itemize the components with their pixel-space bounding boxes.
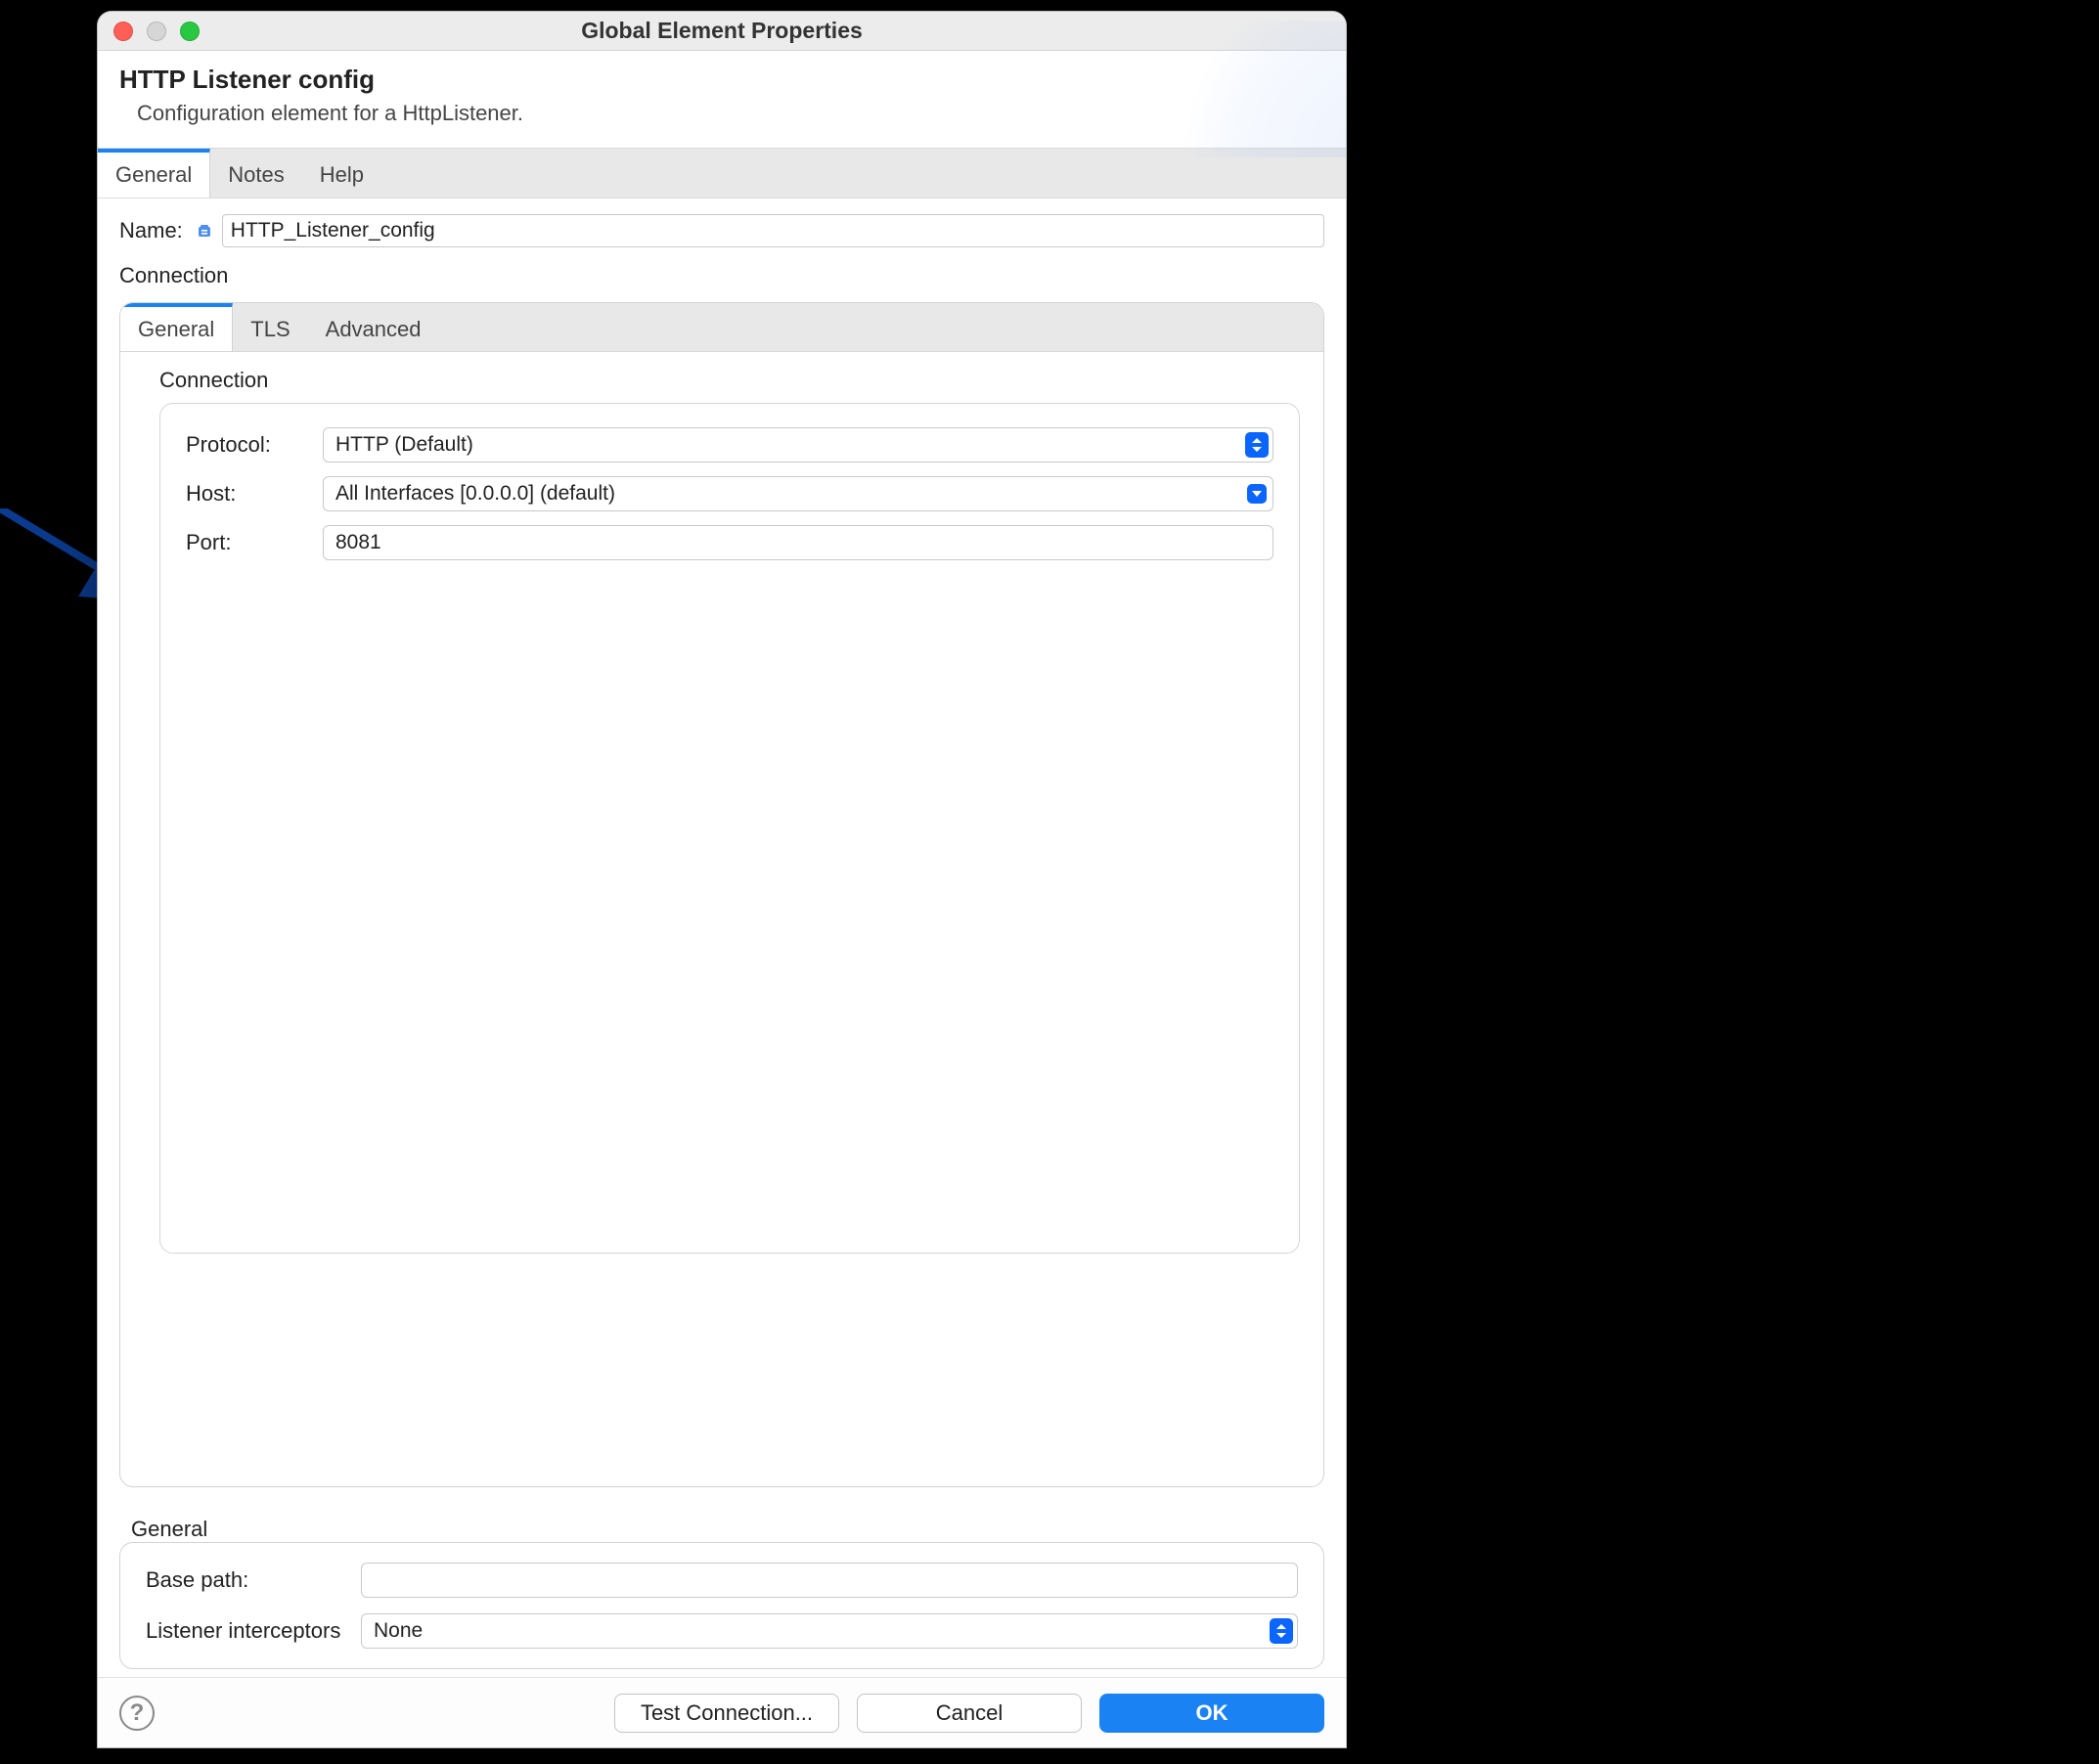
protocol-field: Protocol: HTTP (Default) — [186, 427, 1273, 463]
page-header: HTTP Listener config Configuration eleme… — [98, 51, 1346, 148]
dialog-window: Global Element Properties HTTP Listener … — [98, 12, 1346, 1747]
host-field: Host: All Interfaces [0.0.0.0] (default) — [186, 476, 1273, 511]
port-input[interactable] — [323, 525, 1273, 560]
port-field: Port: — [186, 525, 1273, 560]
outer-tabs: General Notes Help — [98, 148, 1346, 198]
minimize-icon — [147, 22, 166, 41]
window-controls — [113, 22, 200, 41]
lower-general-group: General Base path: Listener interceptors… — [119, 1511, 1324, 1669]
titlebar: Global Element Properties — [98, 12, 1346, 51]
interceptors-label: Listener interceptors — [146, 1618, 351, 1644]
base-path-input[interactable] — [361, 1563, 1298, 1598]
tab-general[interactable]: General — [98, 149, 210, 198]
lower-general-panel: Base path: Listener interceptors None — [119, 1542, 1324, 1669]
conn-tab-tls[interactable]: TLS — [233, 303, 307, 351]
interceptors-select[interactable]: None — [361, 1613, 1298, 1649]
conn-tab-advanced[interactable]: Advanced — [308, 303, 439, 351]
connection-group-title: Connection — [159, 368, 1300, 393]
protocol-select[interactable]: HTTP (Default) — [323, 427, 1273, 463]
cancel-button[interactable]: Cancel — [857, 1694, 1082, 1733]
stepper-icon[interactable] — [1245, 432, 1269, 458]
interceptors-value: None — [374, 1619, 423, 1643]
protocol-label: Protocol: — [186, 432, 313, 458]
ok-button[interactable]: OK — [1099, 1694, 1324, 1733]
name-row: Name: — [119, 214, 1324, 247]
stepper-icon[interactable] — [1270, 1618, 1293, 1644]
interceptors-row: Listener interceptors None — [146, 1613, 1298, 1649]
close-icon[interactable] — [113, 22, 133, 41]
zoom-icon[interactable] — [180, 22, 200, 41]
tab-notes[interactable]: Notes — [210, 149, 301, 198]
section-connection-label: Connection — [119, 263, 1324, 288]
chevron-down-icon[interactable] — [1247, 484, 1267, 504]
lower-general-title: General — [131, 1517, 1324, 1542]
help-icon[interactable]: ? — [119, 1696, 155, 1731]
conn-tab-general[interactable]: General — [120, 303, 233, 351]
name-label: Name: — [119, 218, 183, 243]
tab-help[interactable]: Help — [302, 149, 381, 198]
window-title: Global Element Properties — [581, 18, 863, 44]
host-value: All Interfaces [0.0.0.0] (default) — [335, 482, 615, 506]
host-label: Host: — [186, 481, 313, 507]
connection-panel: General TLS Advanced Connection Protocol… — [119, 302, 1324, 1487]
page-title: HTTP Listener config — [119, 65, 1324, 95]
port-label: Port: — [186, 530, 313, 555]
protocol-value: HTTP (Default) — [335, 433, 473, 457]
element-type-icon — [197, 223, 212, 239]
base-path-label: Base path: — [146, 1567, 351, 1593]
connection-tabs: General TLS Advanced — [120, 303, 1323, 352]
base-path-row: Base path: — [146, 1563, 1298, 1598]
dialog-footer: ? Test Connection... Cancel OK — [98, 1677, 1346, 1747]
test-connection-button[interactable]: Test Connection... — [614, 1694, 839, 1733]
host-combo[interactable]: All Interfaces [0.0.0.0] (default) — [323, 476, 1273, 511]
connection-fields: Protocol: HTTP (Default) Host: All Inter… — [159, 403, 1300, 1254]
page-subtitle: Configuration element for a HttpListener… — [137, 101, 1324, 126]
form-body: Name: Connection General TLS Advanced — [98, 198, 1346, 1677]
connection-panel-body: Connection Protocol: HTTP (Default) Host… — [120, 352, 1323, 1486]
name-input[interactable] — [222, 214, 1324, 247]
